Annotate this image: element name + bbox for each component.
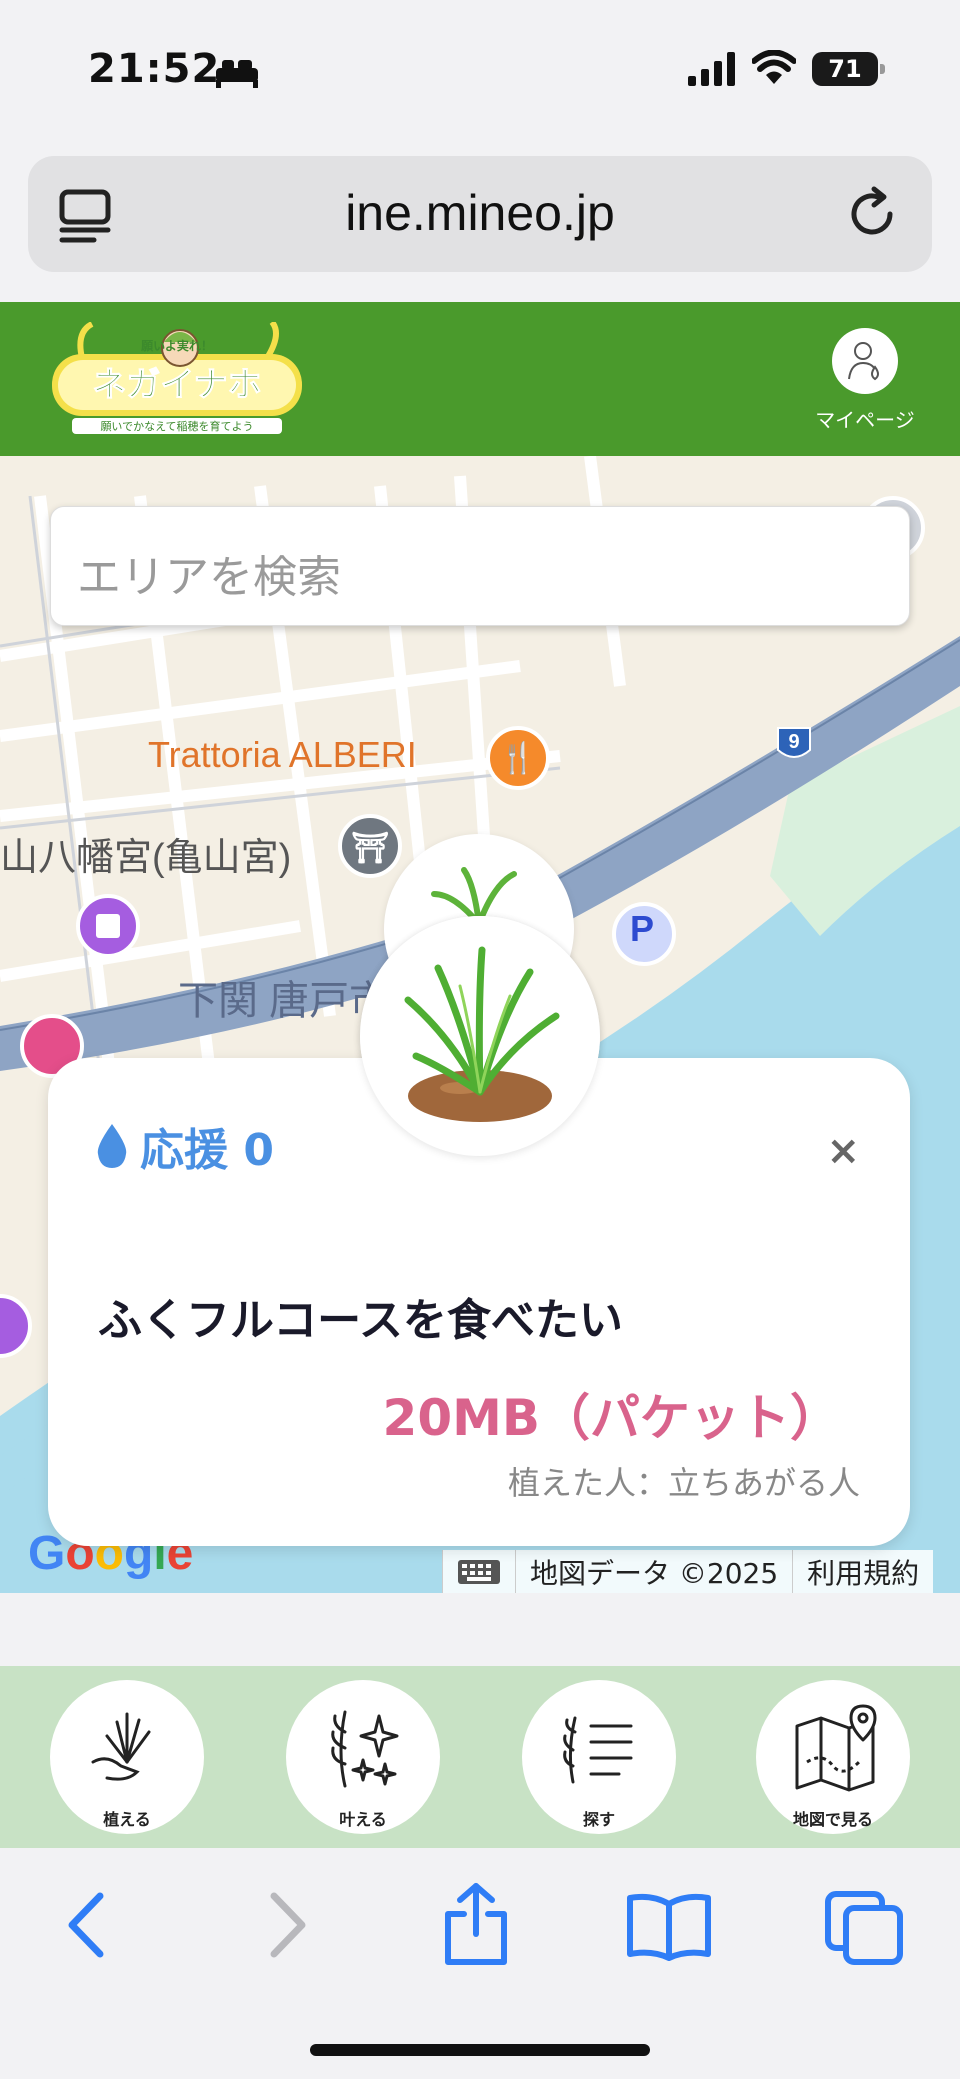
svg-text:ネガイナホ: ネガイナホ	[92, 365, 261, 405]
sleep-focus-icon	[216, 60, 258, 88]
nav-plant-button[interactable]: 植える	[50, 1680, 204, 1834]
home-indicator[interactable]	[310, 2044, 650, 2056]
poi-shrine-label[interactable]: 山八幡宮(亀山宮)	[0, 826, 291, 881]
map-data-text: 地図データ ©2025	[515, 1550, 792, 1593]
mypage-label: マイページ	[815, 408, 915, 432]
area-search-input[interactable]: エリアを検索	[50, 506, 910, 626]
battery-indicator: 71	[812, 52, 885, 86]
nav-map-button[interactable]: 地図で見る	[756, 1680, 910, 1834]
planter-name: 植えた人：立ちあがる人	[507, 1464, 860, 1502]
mypage-button[interactable]: マイページ	[810, 328, 920, 433]
reload-icon[interactable]	[844, 186, 900, 242]
nav-search-button[interactable]: 探す	[522, 1680, 676, 1834]
wish-title: ふくフルコースを食べたい	[98, 1295, 623, 1346]
address-bar[interactable]: ine.mineo.jp	[28, 156, 932, 272]
keyboard-shortcuts-button[interactable]	[442, 1550, 515, 1593]
nav-fulfill-button[interactable]: 叶える	[286, 1680, 440, 1834]
plant-hand-icon	[91, 1712, 151, 1781]
map-pin-icon	[795, 1704, 877, 1792]
nav-fulfill-label: 叶える	[339, 1810, 387, 1829]
svg-text:願いよ実れ！: 願いよ実れ！	[140, 338, 213, 353]
site-header: ネガイナホ 願いよ実れ！ 願いでかなえて稲穂を育てよう マイページ	[0, 302, 960, 456]
cellular-signal-icon	[688, 52, 735, 86]
selected-plant-marker-overlay[interactable]	[360, 916, 600, 1156]
user-icon	[832, 328, 898, 394]
rice-seedling-icon	[404, 946, 560, 1122]
clock: 21:52	[88, 46, 221, 92]
list-rice-icon	[563, 1716, 633, 1784]
bookmarks-icon[interactable]	[626, 1890, 712, 1962]
url-text[interactable]: ine.mineo.jp	[28, 184, 932, 242]
terms-link[interactable]: 利用規約	[792, 1550, 933, 1593]
nav-search-label: 探す	[582, 1810, 615, 1829]
nav-plant-label: 植える	[103, 1810, 151, 1829]
poi-restaurant-label[interactable]: Trattoria ALBERI	[148, 734, 417, 776]
negainaho-logo[interactable]: ネガイナホ 願いよ実れ！ 願いでかなえて稲穂を育てよう	[52, 322, 302, 440]
support-label: 応援 0	[140, 1125, 274, 1176]
poi-area-label[interactable]: 下関 唐戸市	[178, 968, 389, 1026]
keyboard-icon	[458, 1559, 500, 1584]
close-icon[interactable]: ×	[826, 1128, 860, 1174]
svg-text:🍴: 🍴	[499, 740, 536, 776]
nav-map-label: 地図で見る	[792, 1810, 873, 1829]
support-count[interactable]: 応援 0	[94, 1114, 274, 1178]
svg-text:願いでかなえて稲穂を育てよう: 願いでかなえて稲穂を育てよう	[100, 419, 253, 433]
sparkle-rice-icon	[331, 1710, 399, 1788]
water-drop-icon	[97, 1124, 127, 1168]
parking-label[interactable]: P	[630, 908, 654, 950]
forward-icon[interactable]	[262, 1890, 312, 1960]
wifi-icon	[752, 50, 796, 84]
tabs-icon[interactable]	[824, 1890, 904, 1966]
share-icon[interactable]	[440, 1882, 512, 1968]
route-number: 9	[788, 731, 799, 753]
search-placeholder: エリアを検索	[77, 552, 341, 603]
map-attribution: 地図データ ©2025 利用規約	[442, 1550, 934, 1593]
back-icon[interactable]	[62, 1890, 112, 1960]
bottom-navigation: 植える 叶える 探す 地図で見る	[0, 1666, 960, 1848]
status-bar: 21:52 71	[0, 0, 960, 140]
reward-amount: 20MB（パケット）	[382, 1389, 840, 1447]
